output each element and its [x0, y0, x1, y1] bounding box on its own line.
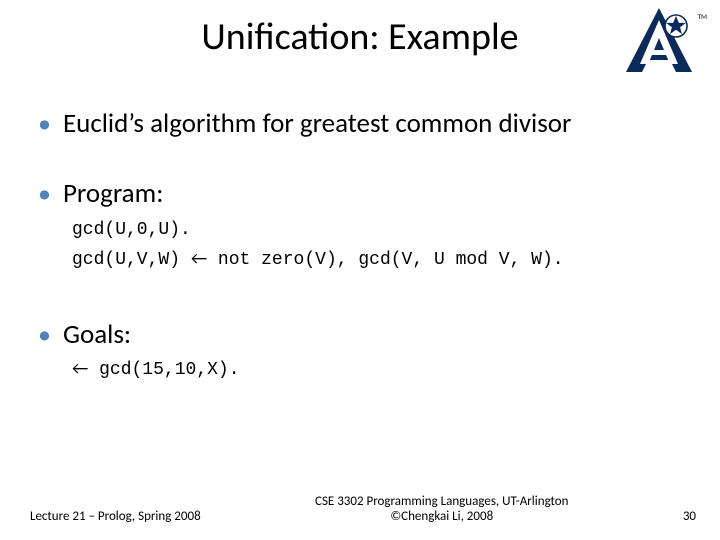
uta-a-icon [620, 6, 698, 76]
goal-text: gcd(15,10,X). [88, 360, 239, 380]
code-line-2a: gcd(U,V,W) [72, 250, 191, 270]
content-area: • Euclid’s algorithm for greatest common… [38, 108, 682, 380]
bullet-mark-icon: • [38, 178, 51, 209]
bullet-2: • Program: [38, 178, 682, 210]
bullet-1-text: Euclid’s algorithm for greatest common d… [63, 108, 572, 140]
code-line-1: gcd(U,0,U). [72, 217, 682, 245]
bullet-1: • Euclid’s algorithm for greatest common… [38, 108, 682, 140]
footer-center-1: CSE 3302 Programming Languages, UT-Arlin… [201, 494, 683, 509]
code-line-2b: not zero(V), gcd(V, U mod V, W). [207, 250, 563, 270]
code-line-2: gcd(U,V,W) ← not zero(V), gcd(V, U mod V… [72, 245, 682, 275]
goal-code: ← gcd(15,10,X). [72, 357, 682, 380]
footer-left: Lecture 21 – Prolog, Spring 2008 [30, 509, 201, 524]
program-code: gcd(U,0,U). gcd(U,V,W) ← not zero(V), gc… [72, 217, 682, 275]
bullet-3: • Goals: [38, 319, 682, 351]
left-arrow-icon: ← [191, 247, 207, 269]
bullet-3-text: Goals: [63, 319, 131, 351]
trademark-text: TM [698, 12, 707, 21]
bullet-mark-icon: • [38, 319, 51, 350]
footer-center: CSE 3302 Programming Languages, UT-Arlin… [201, 494, 683, 524]
left-arrow-icon: ← [72, 357, 88, 379]
footer: Lecture 21 – Prolog, Spring 2008 CSE 330… [30, 494, 696, 524]
uta-logo: TM [620, 6, 698, 76]
bullet-mark-icon: • [38, 108, 51, 139]
bullet-2-text: Program: [63, 178, 163, 210]
slide: Unification: Example TM • Euclid’s algor… [0, 0, 720, 540]
page-number: 30 [683, 509, 696, 524]
footer-center-2: ©Chengkai Li, 2008 [201, 509, 683, 524]
slide-title: Unification: Example [0, 14, 720, 60]
